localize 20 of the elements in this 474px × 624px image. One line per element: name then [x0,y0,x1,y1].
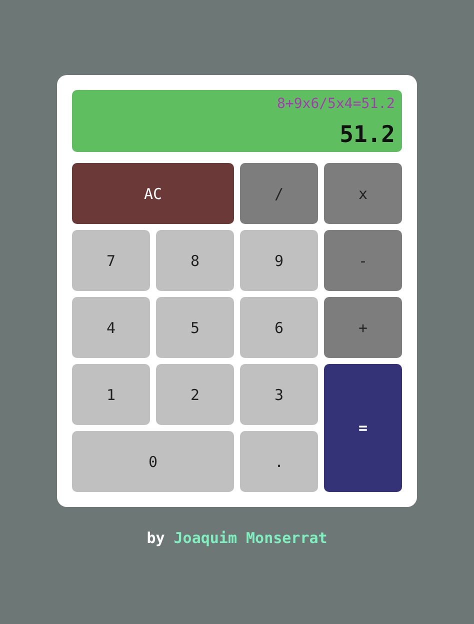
number-key[interactable]: 8 [156,230,234,291]
operator-key[interactable]: + [324,297,402,358]
credit-text: by Joaquim Monserrat [146,529,328,547]
number-key[interactable]: 3 [240,364,318,425]
clear-button[interactable]: AC [72,163,234,224]
number-key[interactable]: 2 [156,364,234,425]
number-key[interactable]: 5 [156,297,234,358]
operator-key[interactable]: / [240,163,318,224]
number-key[interactable]: 9 [240,230,318,291]
result-text: 51.2 [340,122,395,148]
expression-text: 8+9x6/5x4=51.2 [276,96,395,112]
number-key[interactable]: 6 [240,297,318,358]
number-key[interactable]: 7 [72,230,150,291]
number-key[interactable]: 1 [72,364,150,425]
number-key[interactable]: 0 [72,431,234,492]
operator-key[interactable]: - [324,230,402,291]
number-key[interactable]: . [240,431,318,492]
number-key[interactable]: 4 [72,297,150,358]
operator-key[interactable]: x [324,163,402,224]
equals-button[interactable]: = [324,364,402,492]
